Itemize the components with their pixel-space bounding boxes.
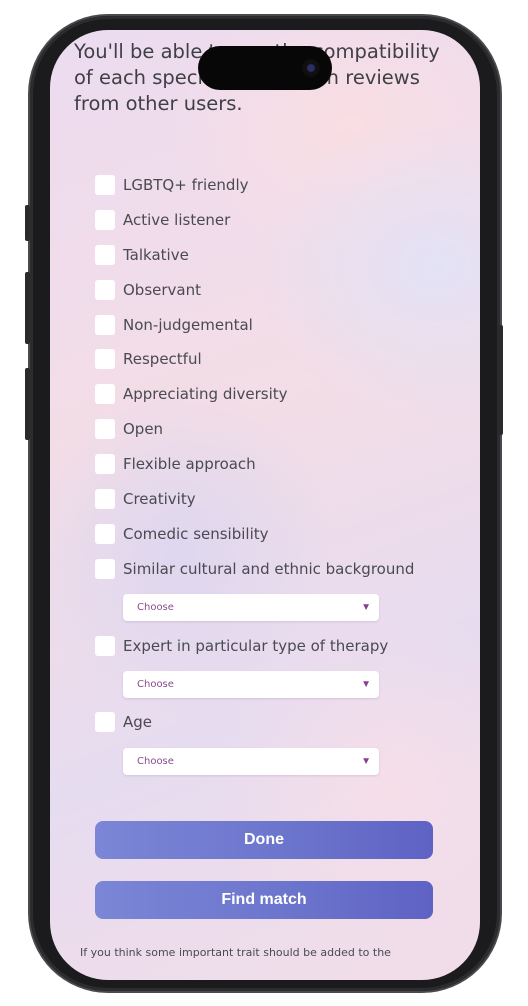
select-value: Choose: [137, 602, 174, 613]
checkbox[interactable]: [95, 245, 115, 265]
checkbox[interactable]: [95, 419, 115, 439]
trait-respectful[interactable]: Respectful: [95, 348, 202, 370]
volume-up-button: [25, 272, 30, 344]
checkbox[interactable]: [95, 712, 115, 732]
trait-label: Open: [123, 420, 164, 438]
age-select[interactable]: Choose ▼: [123, 748, 379, 775]
trait-label: Non-judgemental: [123, 316, 253, 334]
find-match-button[interactable]: Find match: [95, 881, 433, 919]
trait-appreciating-diversity[interactable]: Appreciating diversity: [95, 383, 288, 405]
footnote-text: If you think some important trait should…: [80, 946, 391, 959]
dropdown-arrow-icon: ▼: [361, 756, 371, 767]
trait-therapy-expert[interactable]: Expert in particular type of therapy: [95, 635, 388, 657]
camera-icon: [302, 59, 320, 77]
select-value: Choose: [137, 679, 174, 690]
trait-label: Age: [123, 713, 153, 731]
checkbox[interactable]: [95, 524, 115, 544]
trait-comedic-sensibility[interactable]: Comedic sensibility: [95, 523, 269, 545]
trait-label: Talkative: [123, 246, 189, 264]
trait-label: Comedic sensibility: [123, 525, 269, 543]
trait-creativity[interactable]: Creativity: [95, 488, 196, 510]
trait-label: Appreciating diversity: [123, 385, 288, 403]
dropdown-arrow-icon: ▼: [361, 602, 371, 613]
trait-lgbtq-friendly[interactable]: LGBTQ+ friendly: [95, 174, 249, 196]
screen: You'll be able to see the compatibility …: [50, 30, 480, 980]
checkbox[interactable]: [95, 280, 115, 300]
checkbox[interactable]: [95, 315, 115, 335]
trait-observant[interactable]: Observant: [95, 279, 201, 301]
dynamic-island: [198, 46, 332, 90]
trait-label: Creativity: [123, 490, 196, 508]
power-button: [498, 325, 503, 435]
checkbox[interactable]: [95, 636, 115, 656]
checkbox[interactable]: [95, 175, 115, 195]
trait-cultural-background[interactable]: Similar cultural and ethnic background: [95, 558, 414, 580]
trait-age[interactable]: Age: [95, 711, 152, 733]
trait-non-judgemental[interactable]: Non-judgemental: [95, 314, 253, 336]
checkbox[interactable]: [95, 559, 115, 579]
checkbox[interactable]: [95, 349, 115, 369]
volume-down-button: [25, 368, 30, 440]
trait-talkative[interactable]: Talkative: [95, 244, 189, 266]
trait-active-listener[interactable]: Active listener: [95, 209, 230, 231]
action-button: [25, 205, 30, 241]
checkbox[interactable]: [95, 489, 115, 509]
select-value: Choose: [137, 756, 174, 767]
trait-label: Similar cultural and ethnic background: [123, 560, 415, 578]
cultural-background-select[interactable]: Choose ▼: [123, 594, 379, 621]
trait-flexible-approach[interactable]: Flexible approach: [95, 453, 256, 475]
trait-label: Expert in particular type of therapy: [123, 637, 389, 655]
trait-label: Observant: [123, 281, 201, 299]
checkbox[interactable]: [95, 384, 115, 404]
dropdown-arrow-icon: ▼: [361, 679, 371, 690]
checkbox[interactable]: [95, 210, 115, 230]
done-button[interactable]: Done: [95, 821, 433, 859]
trait-label: Respectful: [123, 350, 202, 368]
trait-label: Active listener: [123, 211, 231, 229]
trait-label: LGBTQ+ friendly: [123, 176, 249, 194]
trait-label: Flexible approach: [123, 455, 256, 473]
therapy-type-select[interactable]: Choose ▼: [123, 671, 379, 698]
trait-open[interactable]: Open: [95, 418, 163, 440]
checkbox[interactable]: [95, 454, 115, 474]
